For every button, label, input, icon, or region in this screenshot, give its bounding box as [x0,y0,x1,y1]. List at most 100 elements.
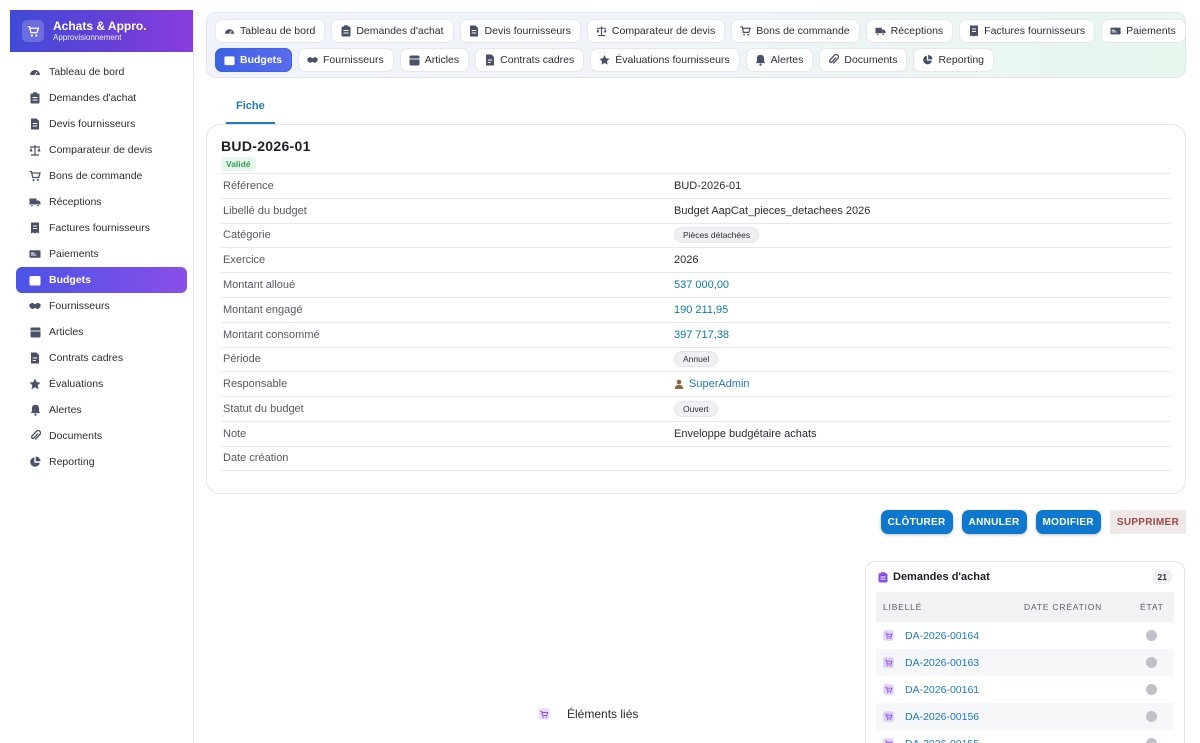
field-label: Statut du budget [223,403,304,416]
top-tab-tableau-de-bord[interactable]: Tableau de bord [215,19,326,43]
responsable-link[interactable]: SuperAdmin [689,378,750,390]
sidebar-item-articles[interactable]: Articles [16,319,187,345]
sidebar-item-contrats-cadres[interactable]: Contrats cadres [16,345,187,371]
handshake-icon [29,300,41,312]
record-title: BUD-2026-01 [221,138,311,154]
sidebar-item-label: Paiements [49,248,99,260]
sidebar-item-label: Articles [49,326,84,338]
table-row[interactable]: DA-2026-00155 [876,730,1174,743]
top-tab-reporting[interactable]: Reporting [913,48,994,72]
purchase-request-link[interactable]: DA-2026-00156 [905,711,979,723]
purchase-request-link[interactable]: DA-2026-00161 [905,684,979,696]
field-value: Budget AapCat_pieces_detachees 2026 [674,204,871,217]
sidebar-item-demandes-d-achat[interactable]: Demandes d'achat [16,85,187,111]
cart-icon [883,738,894,743]
status-dot [1146,657,1157,668]
top-tab-paiements[interactable]: Paiements [1101,19,1186,43]
sidebar-item-factures-fournisseurs[interactable]: Factures fournisseurs [16,215,187,241]
row-libelle-cell: DA-2026-00163 [876,657,1140,669]
sidebar-item-documents[interactable]: Documents [16,423,187,449]
top-tab-budgets[interactable]: Budgets [215,48,292,72]
sidebar-item-label: Demandes d'achat [49,92,137,104]
status-dot [1146,684,1157,695]
top-tab-bons-de-commande[interactable]: Bons de commande [731,19,860,43]
panel-title: Demandes d'achat [893,571,990,583]
table-row[interactable]: DA-2026-00164 [876,622,1174,649]
top-tab-label: Évaluations fournisseurs [615,54,730,66]
purchase-request-link[interactable]: DA-2026-00155 [905,738,979,743]
field-value: Enveloppe budgétaire achats [674,427,817,440]
modifier-button[interactable]: MODIFIER [1035,510,1101,534]
table-row[interactable]: DA-2026-00163 [876,649,1174,676]
top-tab-receptions[interactable]: Réceptions [865,19,954,43]
column-etat[interactable]: ÉTAT [1140,602,1170,612]
field-montant-engage: Montant engagé 190 211,95 [221,296,1171,322]
status-dot [1146,711,1157,722]
sidebar-item-fournisseurs[interactable]: Fournisseurs [16,293,187,319]
top-tab-fournisseurs[interactable]: Fournisseurs [298,48,394,72]
box-icon [29,326,41,338]
sidebar-item-bons-de-commande[interactable]: Bons de commande [16,163,187,189]
top-nav-row-1: Tableau de bord Demandes d'achat Devis fou… [215,19,1186,43]
sidebar-item-label: Évaluations [49,378,104,390]
field-label: Référence [223,179,274,192]
top-tab-articles[interactable]: Articles [399,48,470,72]
contract-icon [29,352,41,364]
supprimer-button[interactable]: SUPPRIMER [1109,510,1186,534]
action-bar: CLÔTURER ANNULER MODIFIER SUPPRIMER [880,510,1186,534]
field-value: 537 000,00 [674,279,730,292]
sidebar-item-evaluations[interactable]: Évaluations [16,371,187,397]
scale-icon [596,26,607,37]
top-tab-label: Documents [844,54,898,66]
column-date[interactable]: DATE CRÉATION [1024,602,1140,612]
sidebar-item-receptions[interactable]: Réceptions [16,189,187,215]
top-tab-comparateur-de-devis[interactable]: Comparateur de devis [586,19,726,43]
status-dot [1146,630,1157,641]
user-icon [674,379,684,390]
field-label: Date création [223,452,289,465]
sidebar-item-tableau-de-bord[interactable]: Tableau de bord [16,59,187,85]
record-card: BUD-2026-01 Validé Référence BUD-2026-01… [206,124,1186,494]
top-tab-label: Bons de commande [756,25,850,37]
field-label: Exercice [223,254,266,267]
truck-icon [29,196,41,208]
sidebar-item-label: Devis fournisseurs [49,118,136,130]
top-tab-documents[interactable]: Documents [819,48,908,72]
sidebar-item-label: Budgets [49,274,91,286]
field-label: Note [223,427,247,440]
tab-fiche[interactable]: Fiche [226,100,275,124]
brand-header[interactable]: Achats & Appro. Approvisionnement [10,10,193,52]
field-label: Période [223,353,261,366]
field-label: Catégorie [223,229,271,242]
sidebar-item-reporting[interactable]: Reporting [16,449,187,475]
top-tab-evaluations-fournisseurs[interactable]: Évaluations fournisseurs [590,48,740,72]
annuler-button[interactable]: ANNULER [961,510,1027,534]
clipboard-icon [878,572,888,583]
sidebar-item-devis-fournisseurs[interactable]: Devis fournisseurs [16,111,187,137]
table-row[interactable]: DA-2026-00156 [876,703,1174,730]
top-tab-demandes-d-achat[interactable]: Demandes d'achat [331,19,454,43]
invoice-icon [29,222,41,234]
sidebar-item-paiements[interactable]: Paiements [16,241,187,267]
top-tab-devis-fournisseurs[interactable]: Devis fournisseurs [459,19,581,43]
sidebar-item-alertes[interactable]: Alertes [16,397,187,423]
panel-header: Demandes d'achat 21 [866,562,1184,592]
cart-icon [740,26,752,37]
top-tab-contrats-cadres[interactable]: Contrats cadres [475,48,585,72]
handshake-icon [307,55,318,66]
top-tab-alertes[interactable]: Alertes [745,48,814,72]
top-tab-factures-fournisseurs[interactable]: Factures fournisseurs [959,19,1096,43]
box-icon [409,55,420,66]
cloturer-button[interactable]: CLÔTURER [880,510,953,534]
sidebar-item-budgets[interactable]: Budgets [16,267,187,293]
purchase-request-link[interactable]: DA-2026-00164 [905,630,979,642]
star-icon [599,55,610,66]
column-libelle[interactable]: LIBELLÉ [876,602,1024,612]
purchase-request-link[interactable]: DA-2026-00163 [905,657,979,669]
sidebar-item-comparateur-de-devis[interactable]: Comparateur de devis [16,137,187,163]
field-label: Montant alloué [223,279,296,292]
table-row[interactable]: DA-2026-00161 [876,676,1174,703]
top-tab-label: Factures fournisseurs [984,25,1086,37]
bell-icon [755,54,766,66]
field-note: Note Enveloppe budgétaire achats [221,420,1171,446]
